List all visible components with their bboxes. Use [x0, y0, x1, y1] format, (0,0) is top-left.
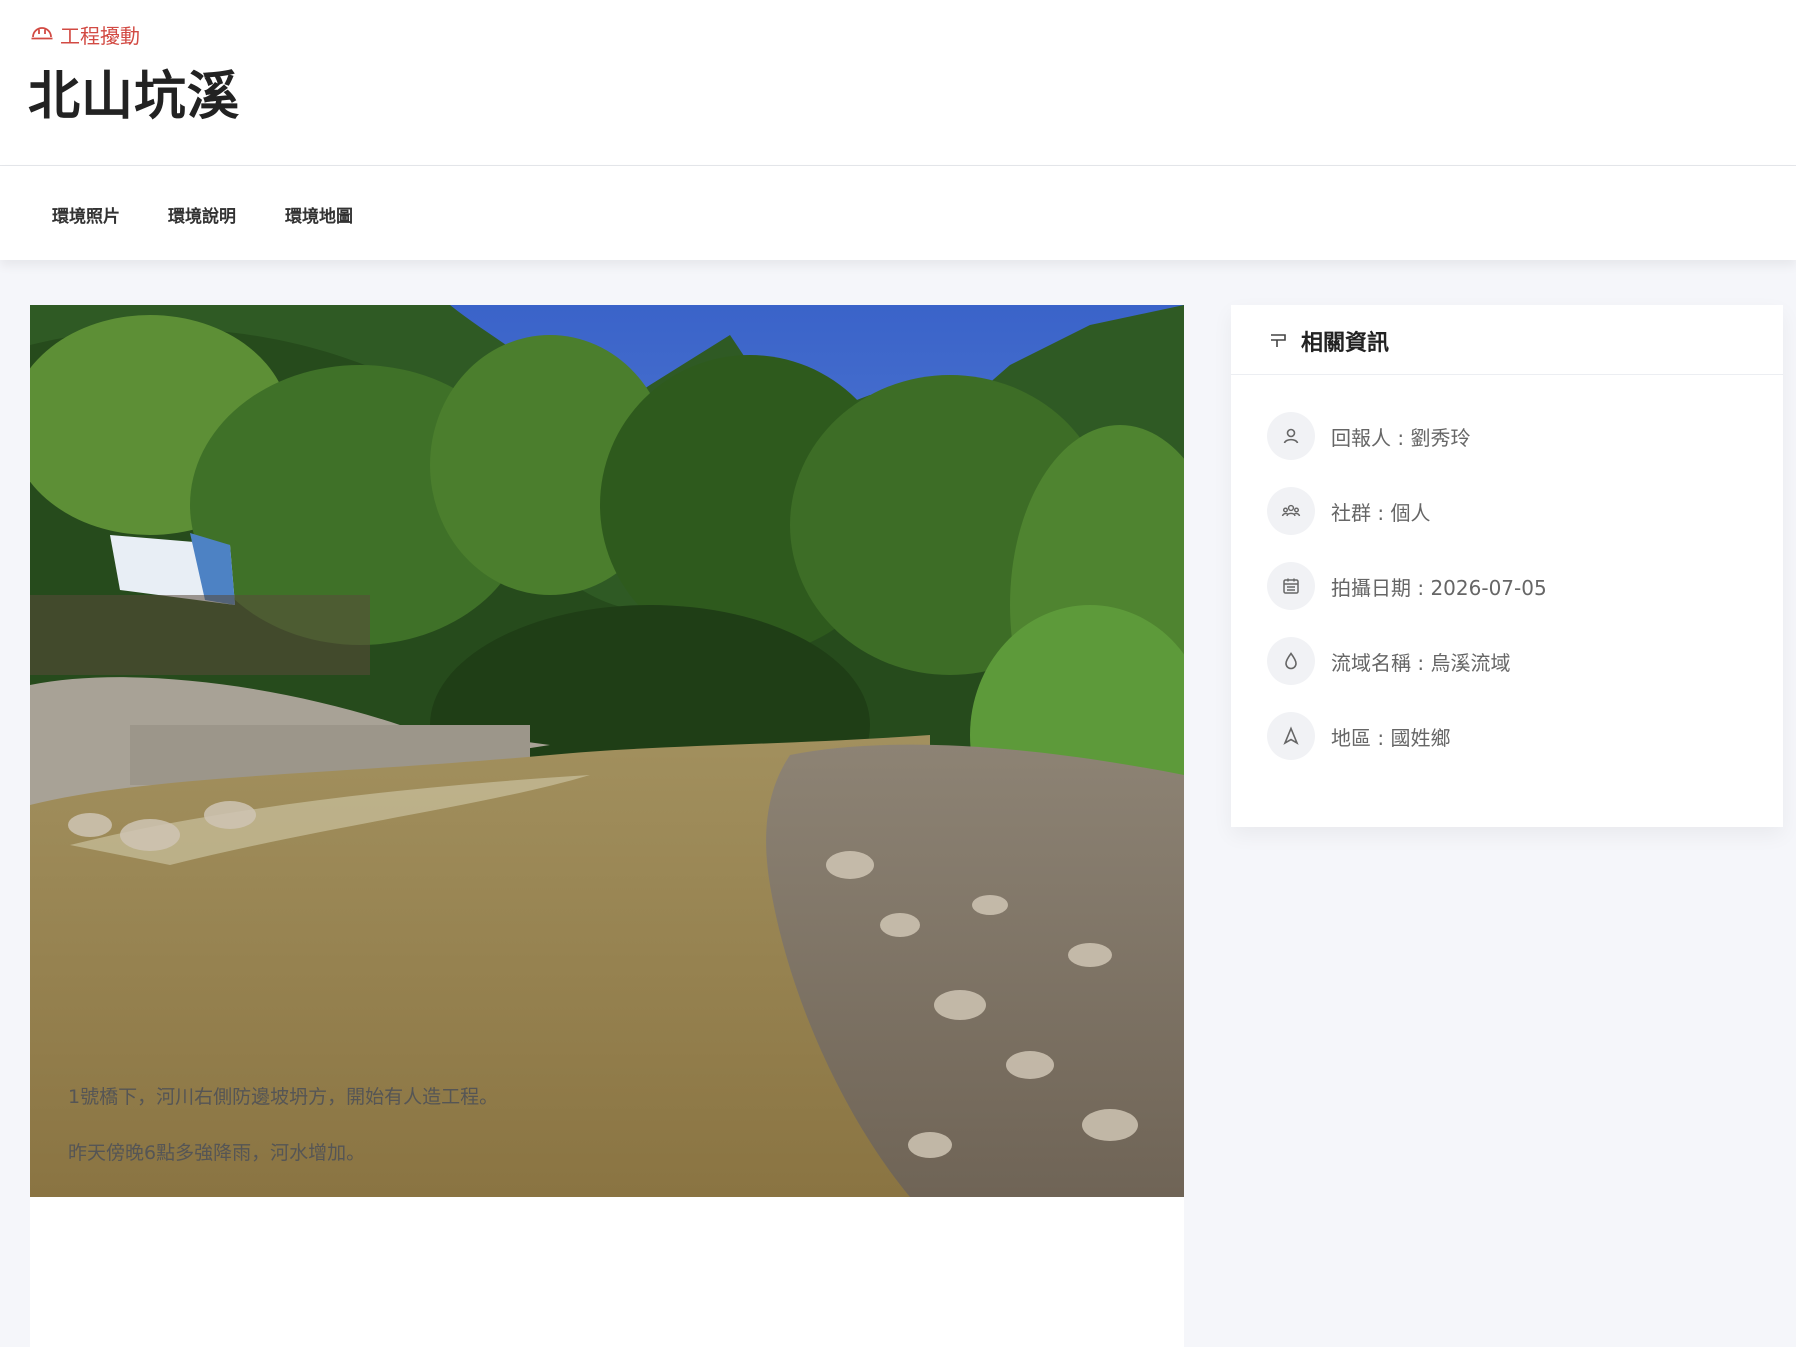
community-text: 社群 : 個人 — [1331, 500, 1431, 525]
reporter-text: 回報人 : 劉秀玲 — [1331, 425, 1471, 450]
tab-map[interactable]: 環境地圖 — [285, 202, 353, 227]
droplet-icon — [1267, 637, 1315, 685]
description-line-1: 1號橋下，河川右側防邊坡坍方，開始有人造工程。 — [68, 1086, 499, 1108]
info-row-community: 社群 : 個人 — [1267, 487, 1430, 535]
related-info-card: 相關資訊 回報人 : 劉秀玲 社群 : 個人 拍攝日期 : 2026-07-05 — [1231, 305, 1783, 827]
river-photo — [30, 305, 1184, 1197]
user-icon — [1267, 412, 1315, 460]
page-header: 工程擾動 北山坑溪 — [0, 0, 1796, 166]
page-title: 北山坑溪 — [28, 67, 241, 127]
related-info-title: 相關資訊 — [1301, 331, 1390, 356]
group-icon — [1267, 487, 1315, 535]
info-row-date: 拍攝日期 : 2026-07-05 — [1267, 562, 1547, 610]
tab-description[interactable]: 環境說明 — [168, 202, 236, 227]
info-row-region: 地區 : 國姓鄉 — [1267, 712, 1450, 760]
photo-card: 1號橋下，河川右側防邊坡坍方，開始有人造工程。 昨天傍晚6點多強降雨，河水增加。 — [30, 305, 1184, 1347]
category-text: 工程擾動 — [60, 24, 140, 48]
category-label: 工程擾動 — [30, 20, 140, 49]
location-arrow-icon — [1267, 712, 1315, 760]
date-text: 拍攝日期 : 2026-07-05 — [1331, 575, 1547, 600]
tab-bar: 環境照片 環境說明 環境地圖 — [0, 166, 1796, 260]
related-info-header: 相關資訊 — [1231, 305, 1783, 375]
info-row-watershed: 流域名稱 : 烏溪流域 — [1267, 637, 1510, 685]
region-text: 地區 : 國姓鄉 — [1331, 725, 1451, 750]
watershed-text: 流域名稱 : 烏溪流域 — [1331, 650, 1511, 675]
flag-icon — [1269, 331, 1287, 349]
tab-photos[interactable]: 環境照片 — [52, 202, 120, 227]
info-row-reporter: 回報人 : 劉秀玲 — [1267, 412, 1470, 460]
calendar-icon — [1267, 562, 1315, 610]
hardhat-icon — [30, 22, 54, 47]
description-line-2: 昨天傍晚6點多強降雨，河水增加。 — [68, 1142, 366, 1164]
